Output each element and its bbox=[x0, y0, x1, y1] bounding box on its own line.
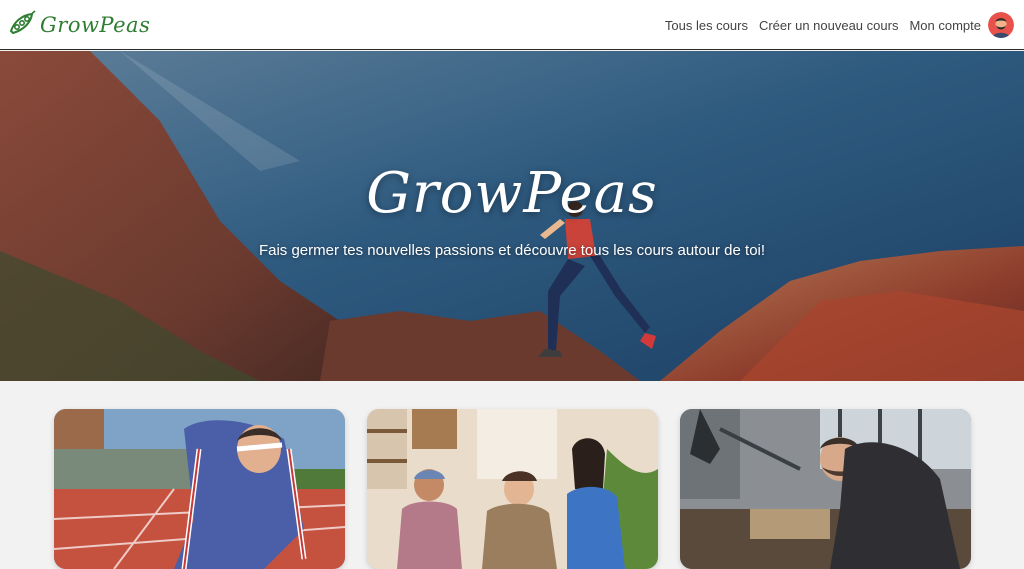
brand-logo[interactable]: GrowPeas bbox=[8, 10, 150, 40]
course-card-runner[interactable] bbox=[54, 409, 345, 569]
top-navbar: GrowPeas Tous les cours Créer un nouveau… bbox=[0, 0, 1024, 50]
workshop-craftsman-photo bbox=[680, 409, 971, 569]
course-card-list bbox=[0, 381, 1024, 569]
nav-links: Tous les cours Créer un nouveau cours Mo… bbox=[654, 10, 1014, 40]
user-avatar-icon[interactable] bbox=[988, 12, 1014, 38]
pea-pod-icon bbox=[8, 10, 36, 40]
nav-my-account-link[interactable]: Mon compte bbox=[909, 18, 981, 33]
hero-subtitle: Fais germer tes nouvelles passions et dé… bbox=[258, 242, 766, 259]
cooking-class-photo bbox=[367, 409, 658, 569]
runner-on-track-photo bbox=[54, 409, 345, 569]
nav-all-courses-link[interactable]: Tous les cours bbox=[665, 18, 748, 33]
hero-title: GrowPeas bbox=[366, 161, 658, 226]
nav-create-course-link[interactable]: Créer un nouveau cours bbox=[759, 18, 898, 33]
course-card-cooking[interactable] bbox=[367, 409, 658, 569]
brand-name: GrowPeas bbox=[40, 13, 151, 37]
course-card-workshop[interactable] bbox=[680, 409, 971, 569]
hero-banner: GrowPeas Fais germer tes nouvelles passi… bbox=[0, 51, 1024, 381]
